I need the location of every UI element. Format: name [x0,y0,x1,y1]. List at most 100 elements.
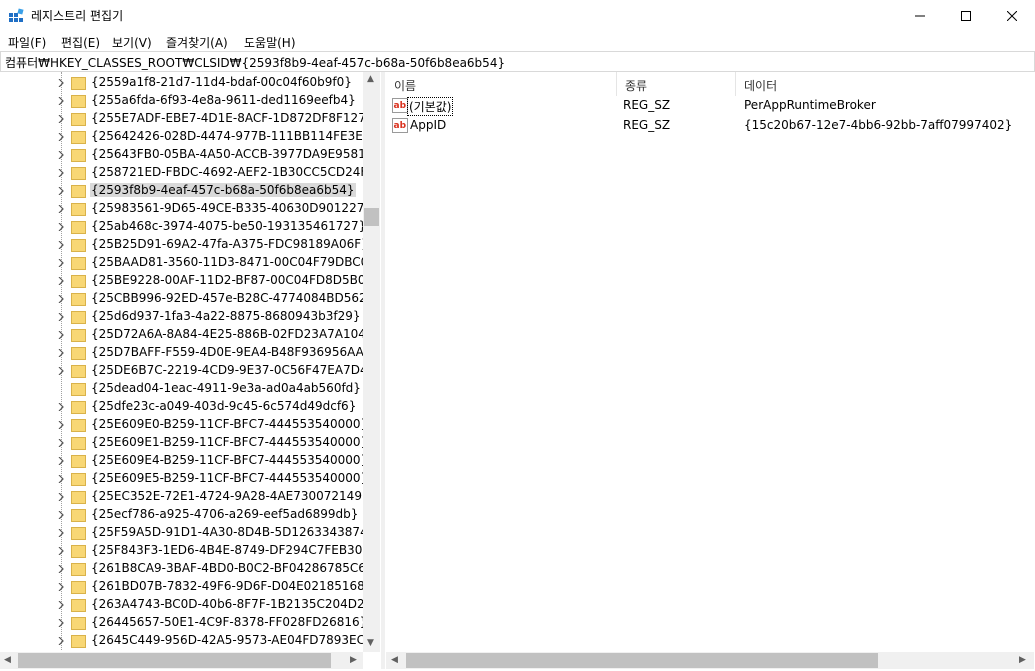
scroll-right-arrow-icon[interactable]: ▶ [350,655,357,665]
chevron-right-icon[interactable] [57,313,65,321]
tree-item[interactable]: {2645C449-956D-42A5-9573-AE04FD7893EC} [0,632,373,650]
tree-item[interactable]: {25D7BAFF-F559-4D0E-9EA4-B48F936956AA} [0,344,371,362]
tree-item[interactable]: {25D72A6A-8A84-4E25-886B-02FD23A7A104} [0,326,374,344]
menu-help[interactable]: 도움말(H) [244,34,296,51]
chevron-right-icon[interactable] [57,403,65,411]
chevron-right-icon[interactable] [57,133,65,141]
list-hscroll-thumb[interactable] [406,653,878,668]
tree-item[interactable]: {25B25D91-69A2-47fa-A375-FDC98189A06F} [0,236,369,254]
tree-item[interactable]: {25E609E4-B259-11CF-BFC7-444553540000} [0,452,368,470]
chevron-right-icon[interactable] [57,169,65,177]
chevron-right-icon[interactable] [57,421,65,429]
list-horizontal-scrollbar[interactable]: ◀ ▶ [386,652,1034,669]
tree-item[interactable]: {263A4743-BC0D-40b6-8F7F-1B2135C204D2} [0,596,372,614]
tree-item[interactable]: {25CBB996-92ED-457e-B28C-4774084BD562} [0,290,374,308]
menu-edit[interactable]: 편집(E) [61,34,100,51]
tree-item[interactable]: {25ab468c-3974-4075-be50-193135461727} [0,218,366,236]
tree-item[interactable]: {258721ED-FBDC-4692-AEF2-1B30CC5CD24F} [0,164,375,182]
tree-item[interactable]: {2593f8b9-4eaf-457c-b68a-50f6b8ea6b54} [0,182,363,200]
chevron-right-icon[interactable] [57,295,65,303]
tree-item[interactable]: {25BAAD81-3560-11D3-8471-00C04F79DBC0} [0,254,376,272]
maximize-button[interactable] [943,0,989,31]
tree-item[interactable]: {25F843F3-1ED6-4B4E-8749-DF294C7FEB30} [0,542,370,560]
chevron-right-icon[interactable] [57,457,65,465]
chevron-right-icon[interactable] [57,259,65,267]
tree-item[interactable]: {25E609E0-B259-11CF-BFC7-444553540000} [0,416,368,434]
tree-item[interactable]: {261BD07B-7832-49F6-9D6F-D04E02185168} [0,578,372,596]
scroll-left-arrow-icon[interactable]: ◀ [4,655,11,665]
value-row[interactable]: ab (기본값) REG_SZ PerAppRuntimeBroker [386,96,1034,116]
chevron-right-icon[interactable] [57,529,65,537]
tree-item[interactable]: {25F59A5D-91D1-4A30-8D4B-5D1263343874} [0,524,375,542]
value-row[interactable]: ab AppID REG_SZ {15c20b67-12e7-4bb6-92bb… [386,116,1034,136]
tree-item[interactable]: {25643FB0-05BA-4A50-ACCB-3977DA9E9581} [0,146,373,164]
tree-item[interactable]: {25EC352E-72E1-4724-9A28-4AE730072149} [0,488,370,506]
tree-item[interactable]: {25983561-9D65-49CE-B335-40630D901227} [0,200,372,218]
chevron-right-icon[interactable] [57,97,65,105]
chevron-right-icon[interactable] [57,439,65,447]
tree-item[interactable]: {2559a1f8-21d7-11d4-bdaf-00c04f60b9f0} [0,74,363,92]
chevron-right-icon[interactable] [57,331,65,339]
scroll-down-arrow-icon[interactable]: ▼ [367,638,374,648]
tree-item[interactable]: {26445657-50E1-4C9F-8378-FF028FD26816} [0,614,367,632]
chevron-right-icon[interactable] [57,601,65,609]
chevron-right-icon[interactable] [57,367,65,375]
scroll-up-arrow-icon[interactable]: ▲ [367,74,374,84]
close-button[interactable] [989,0,1035,31]
tree-item[interactable]: {25dfe23c-a049-403d-9c45-6c574d49dcf6} [0,398,363,416]
tree-item[interactable]: {255E7ADF-EBE7-4D1E-8ACF-1D872DF8F127} [0,110,373,128]
pane-splitter[interactable] [381,72,385,669]
chevron-right-icon[interactable] [57,115,65,123]
tree-item[interactable]: {25E609E5-B259-11CF-BFC7-444553540000} [0,470,368,488]
tree-horizontal-scrollbar[interactable]: ◀ ▶ [0,652,363,669]
minimize-button[interactable] [897,0,943,31]
tree-item[interactable]: {25BE9228-00AF-11D2-BF87-00C04FD8D5B0} [0,272,373,290]
tree-hscroll-thumb[interactable] [18,653,331,668]
folder-icon [71,437,86,450]
tree-vertical-scrollbar[interactable]: ▲ ▼ [363,72,380,652]
scroll-left-arrow-icon[interactable]: ◀ [391,655,398,665]
tree-item[interactable]: {25642426-028D-4474-977B-111BB114FE3E} [0,128,370,146]
column-header-data[interactable]: 데이터 [736,72,1034,96]
chevron-right-icon[interactable] [57,637,65,645]
chevron-right-icon[interactable] [57,547,65,555]
close-icon [1007,10,1017,21]
tree-item[interactable]: {25ecf786-a925-4706-a269-eef5ad6899db} [0,506,363,524]
chevron-right-icon[interactable] [57,493,65,501]
chevron-right-icon[interactable] [57,277,65,285]
maximize-icon [961,10,971,21]
tree-item[interactable]: {25dead04-1eac-4911-9e3a-ad0a4ab560fd} [0,380,363,398]
scroll-right-arrow-icon[interactable]: ▶ [1019,655,1026,665]
menu-file[interactable]: 파일(F) [8,34,46,51]
tree-scroll-thumb[interactable] [364,208,379,226]
column-header-name[interactable]: 이름 [386,72,616,96]
chevron-right-icon[interactable] [57,349,65,357]
address-bar[interactable]: 컴퓨터₩HKEY_CLASSES_ROOT₩CLSID₩{2593f8b9-4e… [0,51,1035,72]
tree-item-label: {255a6fda-6f93-4e8a-9611-ded1169eefb4} [91,93,356,107]
chevron-right-icon[interactable] [57,619,65,627]
menu-view[interactable]: 보기(V) [112,34,152,51]
chevron-right-icon[interactable] [57,241,65,249]
chevron-right-icon[interactable] [57,475,65,483]
menu-favorites[interactable]: 즐겨찾기(A) [166,34,228,51]
folder-icon [71,149,86,162]
tree-item[interactable]: {25E609E1-B259-11CF-BFC7-444553540000} [0,434,368,452]
column-header-type[interactable]: 종류 [617,72,735,96]
tree-item[interactable]: {261B8CA9-3BAF-4BD0-B0C2-BF04286785C6} [0,560,374,578]
chevron-right-icon[interactable] [57,151,65,159]
tree-item-label: {25D72A6A-8A84-4E25-886B-02FD23A7A104} [91,327,374,341]
tree-item-label: {25EC352E-72E1-4724-9A28-4AE730072149} [91,489,370,503]
tree-item[interactable]: {255a6fda-6f93-4e8a-9611-ded1169eefb4} [0,92,363,110]
folder-icon [71,635,86,648]
chevron-right-icon[interactable] [57,511,65,519]
chevron-right-icon[interactable] [57,583,65,591]
chevron-right-icon[interactable] [57,187,65,195]
tree-item-label: {258721ED-FBDC-4692-AEF2-1B30CC5CD24F} [91,165,375,179]
tree-item-label: {25DE6B7C-2219-4CD9-9E37-0C56F47EA7D4} [91,363,376,377]
chevron-right-icon[interactable] [57,205,65,213]
chevron-right-icon[interactable] [57,223,65,231]
tree-item[interactable]: {25d6d937-1fa3-4a22-8875-8680943b3f29} [0,308,363,326]
tree-item[interactable]: {25DE6B7C-2219-4CD9-9E37-0C56F47EA7D4} [0,362,375,380]
chevron-right-icon[interactable] [57,79,65,87]
chevron-right-icon[interactable] [57,565,65,573]
